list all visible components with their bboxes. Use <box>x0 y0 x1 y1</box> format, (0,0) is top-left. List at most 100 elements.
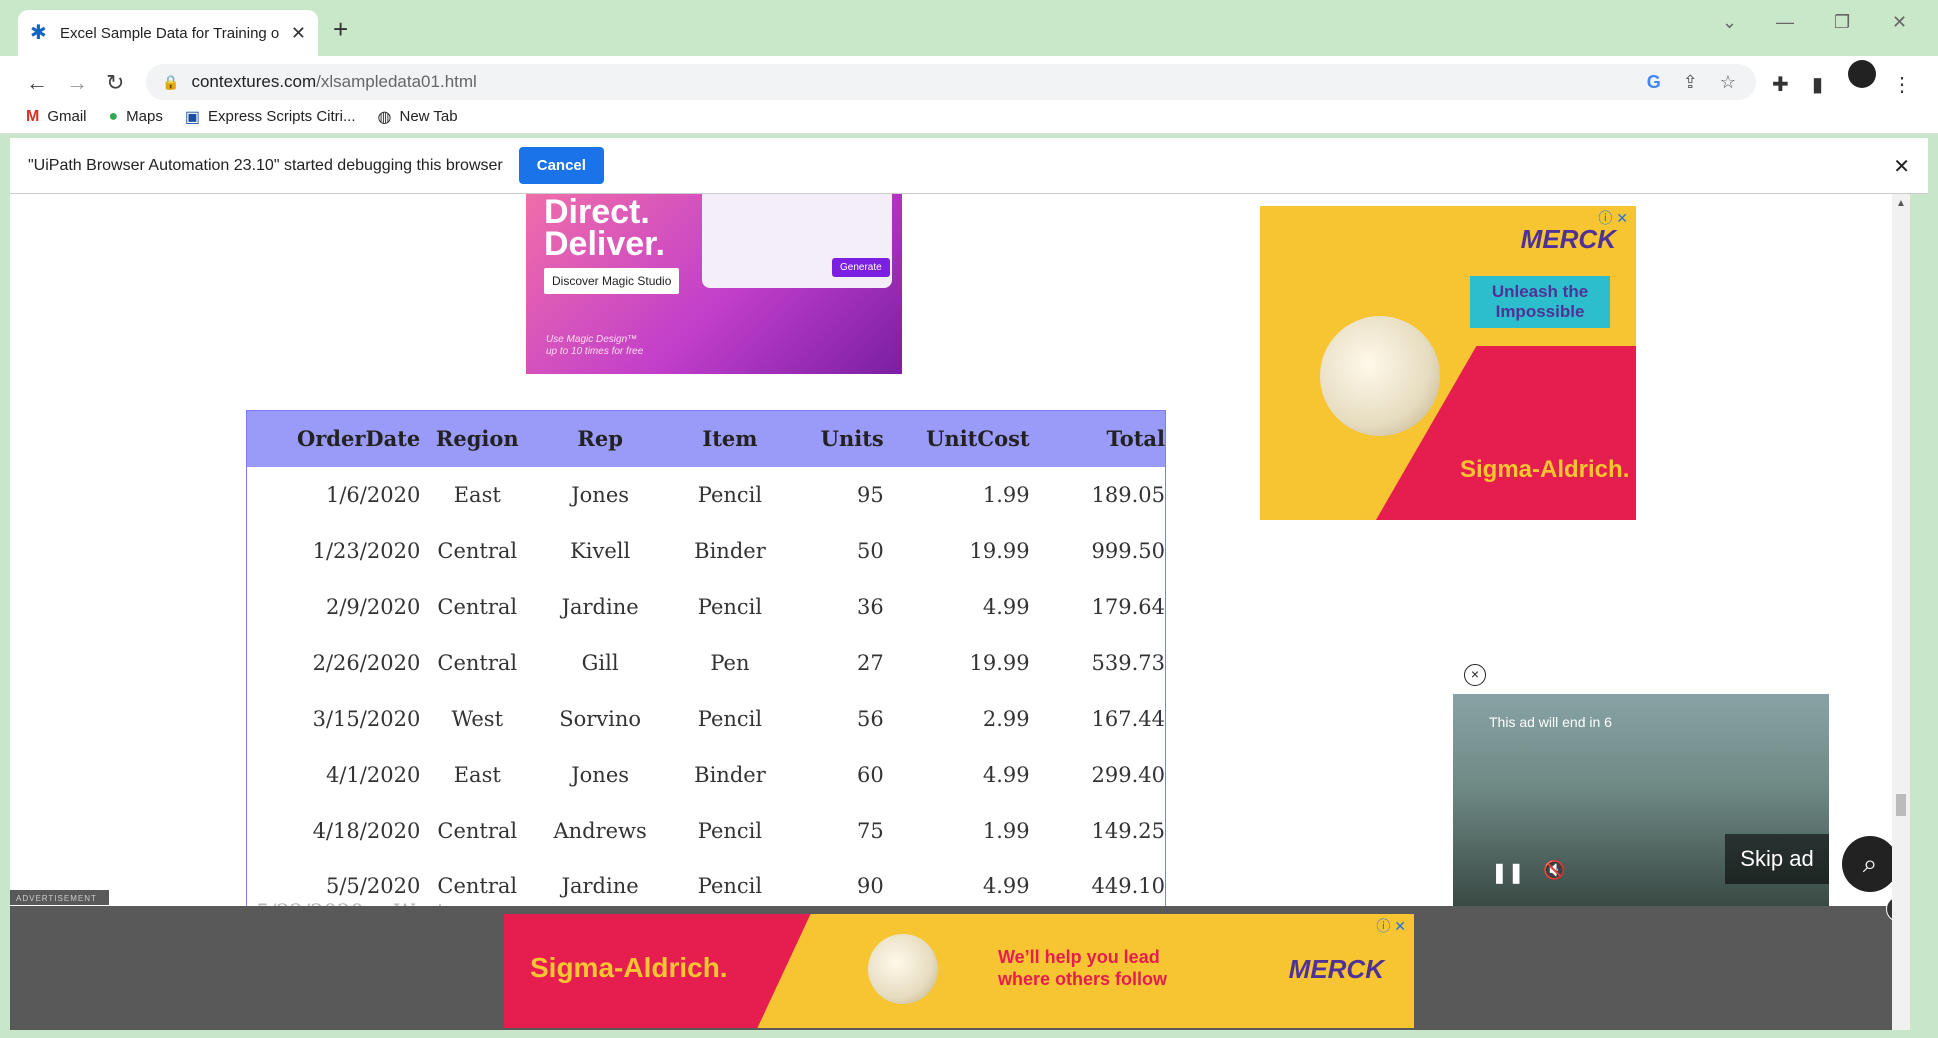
cell-orderdate: 1/6/2020 <box>325 482 421 507</box>
cell-units: 36 <box>857 594 884 619</box>
google-lens-icon[interactable]: G <box>1647 72 1661 93</box>
page-scrollbar[interactable]: ▲ <box>1892 194 1910 1030</box>
extensions-icon[interactable]: ✚ <box>1772 72 1789 97</box>
bookmark-express-scripts[interactable]: ▣ Express Scripts Citri... <box>185 107 356 127</box>
cell-total: 189.05 <box>1091 482 1165 507</box>
scroll-up-icon[interactable]: ▲ <box>1896 198 1906 209</box>
side-ad-merck[interactable]: MERCK Unleash the Impossible Sigma-Aldri… <box>1260 206 1636 520</box>
ad-product-image <box>868 934 938 1004</box>
header-total: Total <box>1045 410 1166 467</box>
cell-total: 999.50 <box>1091 538 1165 563</box>
header-rep: Rep <box>530 410 671 467</box>
maximize-icon[interactable]: ❐ <box>1834 12 1850 33</box>
video-ad-player[interactable]: This ad will end in 6 ❚❚ 🔇 Skip ad <box>1453 694 1829 906</box>
bookmark-new-tab[interactable]: ◍ New Tab <box>378 107 458 127</box>
ad-tagline: Unleash the Impossible <box>1470 276 1610 328</box>
table-row: 2/26/2020 Central Gill Pen 27 19.99 539.73 <box>247 635 1166 691</box>
address-bar[interactable]: 🔒 contextures.com/xlsampledata01.html G … <box>146 64 1756 100</box>
skip-ad-button[interactable]: Skip ad <box>1725 834 1829 884</box>
cell-region: Central <box>437 594 518 619</box>
ad-countdown: This ad will end in 6 <box>1489 714 1612 730</box>
reload-icon[interactable]: ↻ <box>106 70 124 96</box>
forward-icon[interactable]: → <box>66 70 88 96</box>
merck-logo: MERCK <box>1520 224 1616 254</box>
close-window-icon[interactable]: ✕ <box>1892 12 1907 33</box>
bookmark-label: Gmail <box>47 108 87 125</box>
sales-data-table: OrderDate Region Rep Item Units UnitCost… <box>246 410 1166 915</box>
lock-icon[interactable]: 🔒 <box>162 74 179 91</box>
scroll-thumb[interactable] <box>1896 794 1906 816</box>
close-video-ad-icon[interactable]: × <box>1464 664 1486 686</box>
header-units: Units <box>789 410 900 467</box>
cell-region: Central <box>437 818 518 843</box>
ad-choices-icon[interactable]: ⓘ ✕ <box>1598 208 1628 228</box>
site-favicon-icon: ✱ <box>30 22 47 44</box>
ad-message: We’ll help you lead where others follow <box>998 947 1168 989</box>
cell-item: Pencil <box>697 482 763 507</box>
cell-unitcost: 1.99 <box>982 818 1030 843</box>
cell-units: 75 <box>857 818 884 843</box>
cell-orderdate: 4/18/2020 <box>312 818 421 843</box>
ad-headline: Direct. Deliver. <box>544 194 665 263</box>
close-infobar-icon[interactable]: ✕ <box>1893 154 1910 179</box>
side-panel-icon[interactable]: ▮ <box>1812 72 1823 97</box>
url-domain: contextures.com <box>191 72 317 91</box>
bookmark-maps[interactable]: ● Maps <box>109 108 163 126</box>
bottom-banner-ad[interactable]: Sigma-Aldrich. We’ll help you lead where … <box>504 914 1414 1028</box>
browser-tab[interactable]: ✱ Excel Sample Data for Training o ✕ <box>18 10 318 56</box>
back-icon[interactable]: ← <box>26 70 48 96</box>
close-tab-icon[interactable]: ✕ <box>291 23 306 44</box>
cell-rep: Kivell <box>570 538 631 563</box>
cell-unitcost: 2.99 <box>982 706 1030 731</box>
table-row: 1/23/2020 Central Kivell Binder 50 19.99 999.5… <box>247 523 1166 579</box>
debugging-infobar: "UiPath Browser Automation 23.10" starte… <box>10 138 1928 194</box>
cell-item: Pencil <box>697 818 763 843</box>
bookmark-star-icon[interactable]: ☆ <box>1720 72 1736 93</box>
cell-orderdate: 3/15/2020 <box>312 706 421 731</box>
cell-item: Binder <box>694 538 766 563</box>
bookmarks-bar: M Gmail ● Maps ▣ Express Scripts Citri... ◍… <box>0 100 1938 134</box>
bookmark-label: New Tab <box>399 108 458 125</box>
cell-region: West <box>451 706 504 731</box>
maps-pin-icon: ● <box>108 107 119 125</box>
bookmark-gmail[interactable]: M Gmail <box>26 108 87 126</box>
profile-avatar[interactable] <box>1848 60 1876 88</box>
table-row: 2/9/2020 Central Jardine Pencil 36 4.99 179.64 <box>247 579 1166 635</box>
cancel-debug-button[interactable]: Cancel <box>518 147 604 184</box>
minimize-icon[interactable]: — <box>1776 12 1794 33</box>
table-row: 4/18/2020 Central Andrews Pencil 75 1.99 149.2… <box>247 803 1166 859</box>
tab-search-icon[interactable]: ⌄ <box>1722 12 1737 33</box>
share-icon[interactable]: ⇪ <box>1683 72 1698 93</box>
cell-region: East <box>453 762 501 787</box>
mute-icon[interactable]: 🔇 <box>1543 860 1565 881</box>
bookmark-label: Express Scripts Citri... <box>207 108 356 125</box>
cell-rep: Andrews <box>553 818 647 843</box>
globe-icon: ◍ <box>377 108 392 126</box>
cell-total: 167.44 <box>1091 706 1165 731</box>
cell-unitcost: 19.99 <box>969 650 1030 675</box>
generate-button[interactable]: Generate <box>832 258 890 277</box>
cell-unitcost: 1.99 <box>982 482 1030 507</box>
ad-small-text: Use Magic Design™ up to 10 times for free <box>546 334 644 357</box>
cell-item: Pen <box>710 650 750 675</box>
ad-choices-icon[interactable]: ⓘ ✕ <box>1376 916 1406 936</box>
cell-region: Central <box>437 650 518 675</box>
cell-rep: Sorvino <box>559 706 642 731</box>
bookmark-label: Maps <box>126 108 163 125</box>
cell-units: 50 <box>857 538 884 563</box>
pause-icon[interactable]: ❚❚ <box>1491 860 1525 885</box>
url-path: /xlsampledata01.html <box>316 72 477 91</box>
header-item: Item <box>670 410 790 467</box>
search-icon[interactable]: ⌕ <box>1842 836 1898 892</box>
menu-icon[interactable]: ⋮ <box>1892 72 1912 97</box>
discover-magic-studio-button[interactable]: Discover Magic Studio <box>544 268 680 294</box>
cell-units: 56 <box>857 706 884 731</box>
header-orderdate: OrderDate <box>246 410 425 467</box>
top-banner-ad[interactable]: Direct. Deliver. Discover Magic Studio Ge… <box>526 194 902 374</box>
cell-total: 149.25 <box>1091 818 1165 843</box>
table-header-row: OrderDate Region Rep Item Units UnitCost… <box>246 410 1166 467</box>
tab-title: Excel Sample Data for Training o <box>60 24 280 42</box>
new-tab-icon[interactable]: + <box>333 14 348 45</box>
table-row: 3/15/2020 West Sorvino Pencil 56 2.99 167.44 <box>247 691 1166 747</box>
cell-unitcost: 4.99 <box>982 594 1030 619</box>
